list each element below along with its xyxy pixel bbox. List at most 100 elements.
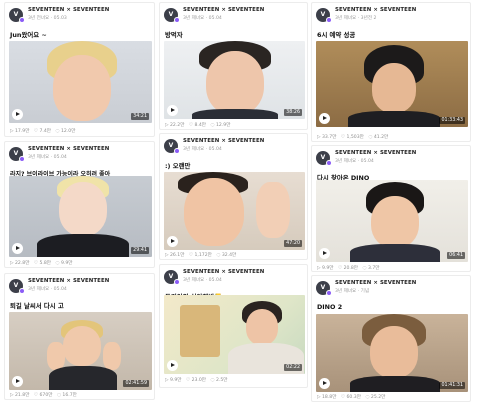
video-duration: 01:41:31 <box>439 382 465 389</box>
verified-badge-icon <box>19 17 25 23</box>
channel-avatar[interactable]: V <box>164 8 180 23</box>
video-duration: 34:21 <box>131 113 149 120</box>
comments-count: ◌ 12.9만 <box>210 123 231 128</box>
play-button[interactable] <box>319 378 330 389</box>
video-card[interactable]: V SEVENTEEN × SEVENTEEN 3년 제녀요 · 05.04 방… <box>159 2 308 130</box>
video-title[interactable]: 퇴길 날씨서 다시 고 <box>10 301 64 310</box>
likes-count: ♡ 670만 <box>33 393 53 398</box>
thumbnail-shirt <box>49 366 117 390</box>
video-title[interactable]: 6시 예약 성공 <box>317 30 355 39</box>
channel-avatar[interactable]: V <box>9 279 25 294</box>
channel-avatar[interactable]: V <box>164 270 180 285</box>
channel-name[interactable]: SEVENTEEN × SEVENTEEN <box>335 280 416 286</box>
video-thumbnail[interactable]: 47:20 <box>164 172 305 250</box>
card-header: V SEVENTEEN × SEVENTEEN 3년 제녀요 · 3년전 2 <box>316 7 456 25</box>
video-stats: ▷ 9.9만 ♡ 20.8만 ◌ 3.7만 <box>317 265 383 271</box>
play-button[interactable] <box>12 109 23 120</box>
channel-name[interactable]: SEVENTEEN × SEVENTEEN <box>183 7 264 13</box>
channel-name[interactable]: SEVENTEEN × SEVENTEEN <box>183 138 264 144</box>
thumbnail-face <box>246 309 278 345</box>
play-button[interactable] <box>12 243 23 254</box>
channel-avatar[interactable]: V <box>316 151 332 166</box>
plays-count: ▷ 9.9만 <box>317 266 334 271</box>
post-time: 3년 제녀요 · 05.04 <box>183 16 222 21</box>
play-button[interactable] <box>12 376 23 387</box>
comments-count: ◌ 3.7만 <box>362 266 380 271</box>
thumbnail-face <box>53 55 111 121</box>
likes-count: ♡ 20.8만 <box>338 266 359 271</box>
thumbnail-shirt <box>350 244 440 262</box>
plays-count: ▷ 22.8만 <box>10 261 30 266</box>
post-time: 3년 제녀요 · 05.04 <box>28 287 67 292</box>
comments-count: ◌ 25.2만 <box>365 395 386 400</box>
video-thumbnail[interactable]: 38:26 <box>164 41 305 119</box>
video-title[interactable]: :) 오랜만 <box>165 161 190 170</box>
channel-name[interactable]: SEVENTEEN × SEVENTEEN <box>335 150 416 156</box>
card-header: V SEVENTEEN × SEVENTEEN 3년 제녀요 · 05.04 <box>316 150 456 168</box>
video-card[interactable]: V SEVENTEEN × SEVENTEEN 3년 전녀요 · 05.03 J… <box>4 2 155 137</box>
channel-name[interactable]: SEVENTEEN × SEVENTEEN <box>335 7 416 13</box>
channel-name[interactable]: SEVENTEEN × SEVENTEEN <box>28 278 109 284</box>
video-thumbnail[interactable]: 02:41:59 <box>9 312 152 390</box>
verified-badge-icon <box>19 156 25 162</box>
video-title[interactable]: Jun왔어요 ~ <box>10 30 47 39</box>
play-button[interactable] <box>319 113 330 124</box>
channel-avatar[interactable]: V <box>316 281 332 296</box>
video-title[interactable]: 방먹자 <box>165 30 183 39</box>
likes-count: ♡ 7.4만 <box>33 129 52 134</box>
video-stats: ▷ 22.8만 ♡ 5.8만 ◌ 9.9만 <box>10 260 76 266</box>
play-button[interactable] <box>167 236 178 247</box>
thumbnail-face <box>372 63 416 113</box>
video-card[interactable]: V SEVENTEEN × SEVENTEEN 3년 제녀요 · 3년전 2 6… <box>311 2 471 142</box>
thumbnail-hand <box>256 182 290 238</box>
verified-badge-icon <box>326 17 332 23</box>
thumbnail-face <box>59 182 107 236</box>
video-thumbnail[interactable]: 34:21 <box>9 41 152 123</box>
video-card[interactable]: V SEVENTEEN × SEVENTEEN 3년 제녀요 · 05.04 :… <box>159 133 308 260</box>
thumbnail-face <box>206 51 264 115</box>
video-card[interactable]: V SEVENTEEN × SEVENTEEN 3년 제녀요 · 05.04 퇴… <box>4 273 155 400</box>
play-button[interactable] <box>167 360 178 371</box>
video-stats: ▷ 21.8만 ♡ 670만 ◌ 16.7만 <box>10 392 80 398</box>
video-card[interactable]: V SEVENTEEN × SEVENTEEN 3년 제녀요 · 기념 DINO… <box>311 275 471 402</box>
thumbnail-hand <box>47 342 65 370</box>
video-duration: 06:41 <box>447 252 465 259</box>
channel-avatar[interactable]: V <box>9 147 25 162</box>
channel-avatar[interactable]: V <box>164 139 180 154</box>
video-duration: 29:41 <box>131 247 149 254</box>
post-time: 3년 제녀요 · 05.04 <box>335 159 374 164</box>
thumbnail-book <box>180 305 220 357</box>
video-card[interactable]: V SEVENTEEN × SEVENTEEN 3년 제녀요 · 05.04 도… <box>159 264 308 388</box>
video-stats: ▷ 17.9만 ♡ 7.4만 ◌ 12.0만 <box>10 128 78 134</box>
channel-name[interactable]: SEVENTEEN × SEVENTEEN <box>28 146 109 152</box>
video-title[interactable]: DINO 2 <box>317 303 342 311</box>
plays-count: ▷ 26.1만 <box>165 253 185 258</box>
verified-badge-icon <box>174 148 180 154</box>
comments-count: ◌ 32.4만 <box>216 253 237 258</box>
thumbnail-hand <box>103 342 121 370</box>
play-button[interactable] <box>167 105 178 116</box>
thumbnail-face <box>184 178 244 246</box>
channel-name[interactable]: SEVENTEEN × SEVENTEEN <box>183 269 264 275</box>
video-thumbnail[interactable]: 01:33:43 <box>316 41 468 127</box>
channel-avatar[interactable]: V <box>316 8 332 23</box>
play-button[interactable] <box>319 248 330 259</box>
post-time: 3년 제녀요 · 05.04 <box>28 155 67 160</box>
thumbnail-face <box>370 326 418 378</box>
channel-avatar[interactable]: V <box>9 8 25 23</box>
video-thumbnail[interactable]: 02:22 <box>164 295 305 374</box>
video-thumbnail[interactable]: 06:41 <box>316 180 468 262</box>
card-header: V SEVENTEEN × SEVENTEEN 3년 제녀요 · 기념 <box>316 280 456 298</box>
verified-badge-icon <box>326 290 332 296</box>
plays-count: ▷ 18.8만 <box>317 395 337 400</box>
video-card[interactable]: V SEVENTEEN × SEVENTEEN 3년 제녀요 · 05.04 라… <box>4 141 155 268</box>
video-duration: 38:26 <box>284 109 302 116</box>
video-stats: ▷ 33.7만 ♡ 1,503만 ◌ 41.2만 <box>317 134 391 140</box>
comments-count: ◌ 2.5만 <box>210 378 228 383</box>
channel-name[interactable]: SEVENTEEN × SEVENTEEN <box>28 7 109 13</box>
video-thumbnail[interactable]: 01:41:31 <box>316 314 468 392</box>
card-header: V SEVENTEEN × SEVENTEEN 3년 전녀요 · 05.03 <box>9 7 149 25</box>
video-thumbnail[interactable]: 29:41 <box>9 176 152 257</box>
likes-count: ♡ 8.4만 <box>188 123 207 128</box>
video-card[interactable]: V SEVENTEEN × SEVENTEEN 3년 제녀요 · 05.04 다… <box>311 145 471 272</box>
